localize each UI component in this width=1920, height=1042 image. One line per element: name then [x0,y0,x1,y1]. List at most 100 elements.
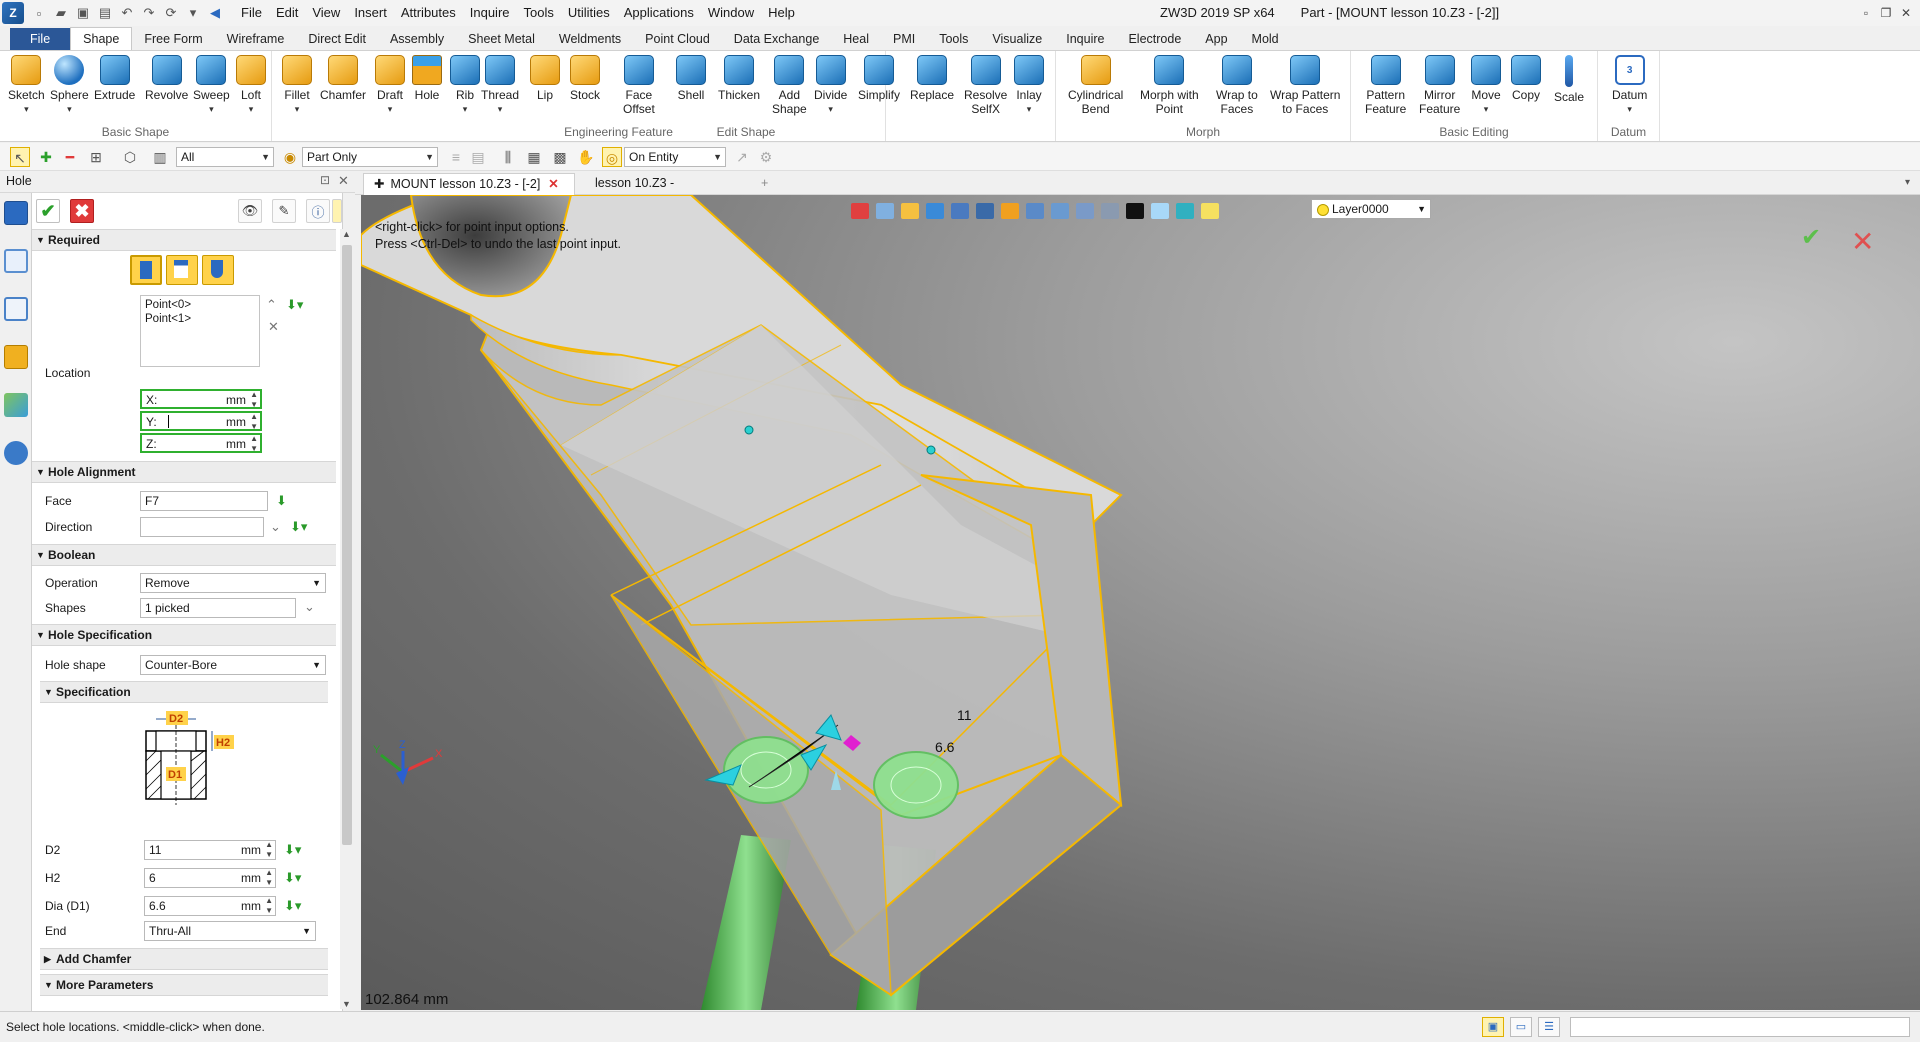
thread-button[interactable]: Thread ▾ [481,55,519,116]
tab-assembly[interactable]: Assembly [378,28,456,50]
close-window-icon[interactable]: ✕ [1896,6,1916,20]
tab-visualize[interactable]: Visualize [980,28,1054,50]
filter-box-icon[interactable]: ⊞ [86,147,106,167]
expand-shapes-icon[interactable]: ⌄ [304,599,315,615]
visual-icon[interactable] [4,393,28,417]
rib-button[interactable]: Rib ▾ [450,55,480,116]
wrap-pattern-button[interactable]: Wrap Pattern to Faces [1270,55,1340,116]
assembly-tree-icon[interactable] [4,297,28,321]
tab-heal[interactable]: Heal [831,28,881,50]
fillet-button[interactable]: Fillet ▾ [282,55,312,116]
scroll-down-icon[interactable]: ▼ [342,999,351,1009]
extrude-button[interactable]: Extrude [94,55,135,102]
dia-field[interactable]: 6.6 mm ▲ ▼ [144,896,276,916]
section-hole-alignment[interactable]: Hole Alignment [32,461,336,483]
feature-panel-icon[interactable] [4,201,28,225]
menu-view[interactable]: View [305,0,347,26]
sphere-button[interactable]: Sphere ▾ [50,55,89,116]
hole-shape-select[interactable]: Counter-Bore ▼ [140,655,326,675]
point-marker[interactable] [744,425,754,435]
doc-tab-mount[interactable]: ✚ MOUNT lesson 10.Z3 - [-2] ✕ [363,173,575,195]
layer-select[interactable]: Layer0000 ▼ [1311,199,1431,219]
operation-select[interactable]: Remove ▼ [140,573,326,593]
screen-icon[interactable]: ▭ [1510,1017,1532,1037]
face-offset-button[interactable]: Face Offset [623,55,655,116]
standard-views-icon[interactable] [976,203,994,219]
section-required[interactable]: Required [32,229,336,251]
spinner-icon[interactable]: ▲ ▼ [250,434,258,454]
grid-icon[interactable]: ▦ [524,147,544,167]
copy-button[interactable]: Copy [1511,55,1541,102]
list-item[interactable]: Point<0> [145,298,255,312]
spinner-icon[interactable]: ▲ ▼ [265,896,273,916]
display-icon[interactable] [1001,203,1019,219]
user-icon[interactable] [4,441,28,465]
panel-scrollbar[interactable]: ▲ ▼ [340,229,354,1009]
morph-with-point-button[interactable]: Morph with Point [1140,55,1199,116]
align-icon[interactable]: ≡ [446,147,466,167]
d2-pick-icon[interactable]: ⬇▾ [284,842,301,858]
hole-button[interactable]: Hole [412,55,442,102]
mirror-feature-button[interactable]: Mirror Feature [1419,55,1460,116]
dropdown-arrow-icon[interactable]: ▾ [182,2,204,24]
thicken-button[interactable]: Thicken [718,55,760,102]
menu-file[interactable]: File [234,0,269,26]
hole-type-profile-button[interactable] [202,255,234,285]
revolve-button[interactable]: Revolve [145,55,188,102]
tab-free-form[interactable]: Free Form [132,28,214,50]
direction-field[interactable] [140,517,264,537]
print-icon[interactable]: ▤ [468,147,488,167]
section-specification[interactable]: Specification [40,681,328,703]
pick-face-icon[interactable]: ⬇ [276,493,287,509]
menu-window[interactable]: Window [701,0,761,26]
hole-type-simple-button[interactable] [130,255,162,285]
dia-pick-icon[interactable]: ⬇▾ [284,898,301,914]
pick-icon[interactable]: ↗ [732,147,752,167]
display-mode-icon[interactable]: ▣ [1482,1017,1504,1037]
z-field[interactable]: Z: mm ▲ ▼ [140,433,262,453]
tab-weldments[interactable]: Weldments [547,28,633,50]
restore-small-icon[interactable]: ▫ [1856,6,1876,20]
3d-viewport[interactable]: Y Z X <right-click> for point input opti… [361,195,1920,1010]
scroll-up-icon[interactable]: ▲ [342,229,351,239]
tab-sheet-metal[interactable]: Sheet Metal [456,28,547,50]
exit-view-icon[interactable] [851,203,869,219]
tab-tools[interactable]: Tools [927,28,980,50]
spinner-icon[interactable]: ▲ ▼ [265,840,273,860]
history-tree-icon[interactable] [4,249,28,273]
section-boolean[interactable]: Boolean [32,544,336,566]
zoom-icon[interactable] [1026,203,1044,219]
point-list[interactable]: Point<0> Point<1> [140,295,260,367]
spinner-icon[interactable]: ▲ ▼ [250,390,258,410]
x-field[interactable]: X: mm ▲ ▼ [140,389,262,409]
shaded-view-icon[interactable] [926,203,944,219]
datum-button[interactable]: 3 Datum ▾ [1612,55,1647,116]
reject-x-icon[interactable]: ✕ [1851,225,1874,258]
point-marker[interactable] [926,445,936,455]
sweep-button[interactable]: Sweep ▾ [193,55,230,116]
menu-applications[interactable]: Applications [617,0,701,26]
tab-app[interactable]: App [1193,28,1239,50]
spinner-icon[interactable]: ▲ ▼ [250,412,258,432]
snap-icon[interactable]: ◎ [602,147,622,167]
new-tab-button[interactable]: + [751,173,768,195]
menu-help[interactable]: Help [761,0,802,26]
end-select[interactable]: Thru-All ▼ [144,921,316,941]
expand-icon[interactable] [332,199,342,223]
filter-combo[interactable]: All ▼ [176,147,274,167]
settings-icon[interactable]: ⚙ [756,147,776,167]
scope-combo[interactable]: Part Only ▼ [302,147,438,167]
d2-field[interactable]: 11 mm ▲ ▼ [144,840,276,860]
close-tab-icon[interactable]: ✕ [548,177,558,191]
wrap-to-faces-button[interactable]: Wrap to Faces [1216,55,1258,116]
scale-button[interactable]: Scale [1554,55,1584,104]
pin-icon[interactable]: ✋ [576,147,596,167]
doc-tab-lesson[interactable]: lesson 10.Z3 - [Part001]✕ [585,173,745,210]
back-arrow-icon[interactable]: ◀ [204,2,226,24]
tab-menu-icon[interactable]: ▾ [1895,173,1910,195]
tab-data-exchange[interactable]: Data Exchange [722,28,831,50]
wireframe-view-icon[interactable] [951,203,969,219]
menu-insert[interactable]: Insert [347,0,394,26]
y-field[interactable]: Y: mm ▲ ▼ [140,411,262,431]
draft-button[interactable]: Draft ▾ [375,55,405,116]
